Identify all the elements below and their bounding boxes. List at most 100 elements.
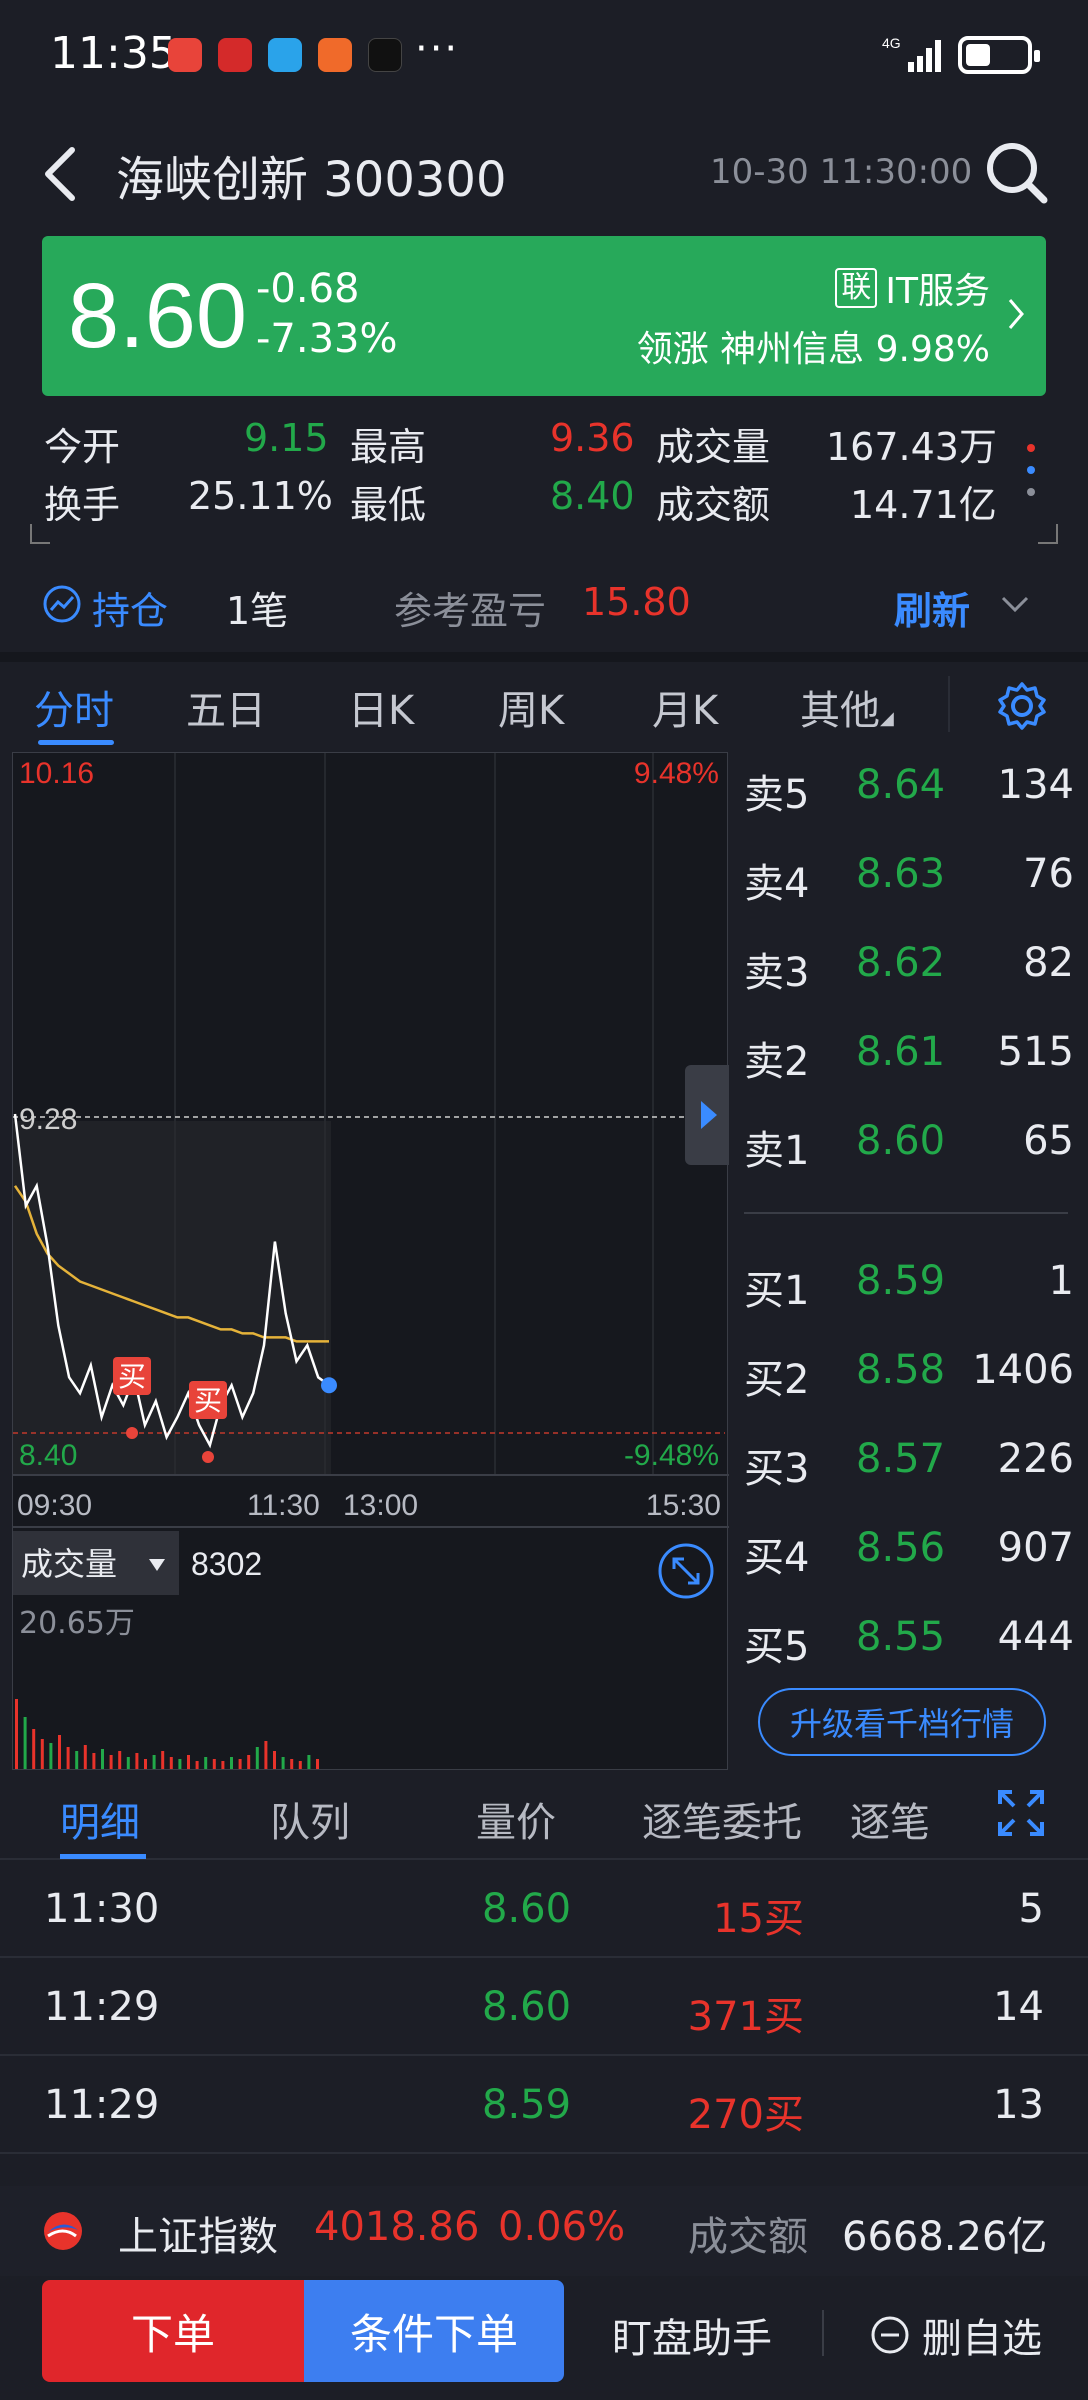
volume-bar: [144, 1759, 147, 1769]
ask-volume: 82: [1023, 940, 1074, 986]
send-app-icon: [318, 38, 352, 72]
volume-bar: [230, 1757, 233, 1769]
change-percent: -7.33%: [256, 316, 398, 362]
ask-price: 8.63: [856, 851, 946, 897]
expand-chart-icon[interactable]: [658, 1543, 714, 1599]
volume-bar: [15, 1699, 18, 1769]
volume-bar: [298, 1761, 302, 1769]
volume-bar: [264, 1741, 268, 1769]
price-banner[interactable]: 8.60 -0.68 -7.33% 联 IT服务 领涨 神州信息 9.98%: [42, 236, 1046, 396]
bid-label: 买4: [744, 1535, 810, 1581]
orderbook-toggle[interactable]: [685, 1065, 729, 1165]
ask-volume: 515: [997, 1029, 1074, 1075]
volume-bar: [221, 1761, 225, 1769]
amount-label: 成交额: [656, 483, 771, 527]
volume-bar: [23, 1717, 27, 1769]
leader-name: 神州信息: [720, 329, 865, 370]
volume-bar: [66, 1747, 70, 1769]
volume-bar: [83, 1745, 87, 1769]
tab-other[interactable]: 其他◢: [800, 678, 894, 736]
status-time: 11:35: [50, 28, 177, 79]
ask-price: 8.61: [856, 1029, 946, 1075]
order-button[interactable]: 下单: [42, 2280, 304, 2382]
remove-watchlist-label: 删自选: [922, 2316, 1042, 2362]
volume-selector-label: 成交量: [21, 1545, 117, 1583]
industry-link[interactable]: 联 IT服务: [835, 262, 990, 314]
tab-five-day[interactable]: 五日: [186, 678, 266, 736]
volume-bar: [135, 1753, 139, 1769]
index-value: 4018.86: [314, 2204, 480, 2250]
bid-row: 买1 8.59 1: [744, 1258, 1074, 1318]
volume-value: 167.43万: [826, 425, 997, 469]
tab-order-by-order[interactable]: 逐笔委托: [642, 1790, 802, 1848]
status-bar: 11:35 ··· 4G: [0, 0, 1088, 110]
leader-label: 领涨: [636, 329, 709, 370]
tab-monthly-k[interactable]: 月K: [652, 678, 718, 736]
buy-marker-label: 买: [194, 1384, 222, 1417]
tab-weekly-k[interactable]: 周K: [498, 678, 564, 736]
volume-bar: [161, 1751, 165, 1769]
tab-trade-by-trade[interactable]: 逐笔: [850, 1790, 960, 1848]
play-triangle-icon: [701, 1101, 717, 1129]
ask-label: 卖1: [744, 1128, 810, 1174]
industry-leader: 领涨 神州信息 9.98%: [637, 320, 990, 372]
leader-percent: 9.98%: [875, 329, 990, 370]
more-stats-icon[interactable]: [1024, 440, 1038, 504]
bid-label: 买3: [744, 1446, 810, 1492]
refresh-button[interactable]: 刷新: [894, 580, 970, 635]
fullscreen-icon[interactable]: [996, 1788, 1046, 1838]
trade-count: 5: [1018, 1886, 1044, 1932]
bid-label: 买1: [744, 1268, 810, 1314]
network-label: 4G: [882, 35, 901, 51]
open-value: 9.15: [244, 416, 329, 460]
top-price-label: 10.16: [19, 757, 94, 790]
chevron-down-icon[interactable]: [1000, 594, 1030, 614]
volume-max-label: 20.65万: [19, 1606, 135, 1641]
volume-bar: [212, 1759, 216, 1769]
turnover-label: 换手: [44, 483, 121, 527]
watch-assistant-button[interactable]: 盯盘助手: [612, 2306, 772, 2364]
volume-bars: [15, 1699, 319, 1769]
upgrade-button[interactable]: 升级看千档行情: [758, 1688, 1046, 1756]
volume-bar: [290, 1759, 294, 1769]
last-price-dot: [321, 1377, 337, 1394]
volume-bar: [307, 1755, 311, 1769]
volume-bar: [273, 1751, 276, 1769]
remove-watchlist-button[interactable]: 删自选: [870, 2306, 1042, 2364]
tab-volume-price[interactable]: 量价: [476, 1790, 556, 1848]
x-tick-label: 13:00: [343, 1489, 418, 1522]
volume-bar: [58, 1735, 61, 1769]
back-icon[interactable]: [40, 144, 84, 204]
active-tab-indicator: [60, 1854, 146, 1859]
bid-volume: 1: [1048, 1258, 1074, 1304]
gear-icon[interactable]: [996, 680, 1048, 732]
tab-other-label: 其他: [800, 688, 880, 734]
conditional-order-button[interactable]: 条件下单: [304, 2280, 564, 2382]
active-tab-indicator: [38, 740, 114, 745]
tab-queue[interactable]: 队列: [270, 1790, 350, 1848]
tab-daily-k[interactable]: 日K: [348, 678, 414, 736]
tab-detail[interactable]: 明细: [60, 1790, 140, 1848]
open-label: 今开: [44, 425, 121, 469]
ask-row: 卖3 8.62 82: [744, 940, 1074, 1000]
bid-price: 8.57: [856, 1436, 946, 1482]
volume-bar: [169, 1757, 173, 1769]
trade-count: 14: [993, 1984, 1044, 2030]
volume-bar: [281, 1757, 285, 1769]
volume-bar: [178, 1759, 182, 1769]
search-icon[interactable]: [984, 140, 1050, 206]
index-ticker[interactable]: 上证指数 4018.86 0.06% 成交额 6668.26亿: [0, 2186, 1088, 2276]
corner-mark: [30, 524, 50, 544]
divider: [948, 676, 950, 732]
detail-tabs: 明细 队列 量价 逐笔委托 逐笔: [0, 1776, 1088, 1860]
tab-intraday[interactable]: 分时: [34, 678, 114, 736]
bid-volume: 1406: [972, 1347, 1074, 1393]
ask-volume: 76: [1023, 851, 1074, 897]
intraday-chart[interactable]: 买 买 10.16 9.48% 9.28 8.40 -9.48% 09:30 1…: [12, 752, 729, 1770]
holdings-label[interactable]: 持仓: [92, 580, 168, 635]
index-name: 上证指数: [118, 2214, 278, 2260]
holdings-row: 持仓 1笔 参考盈亏 15.80 刷新: [0, 570, 1088, 640]
volume-bar: [118, 1751, 122, 1769]
industry-badge: 联: [835, 268, 878, 308]
trade-price: 8.60: [482, 1886, 572, 1932]
